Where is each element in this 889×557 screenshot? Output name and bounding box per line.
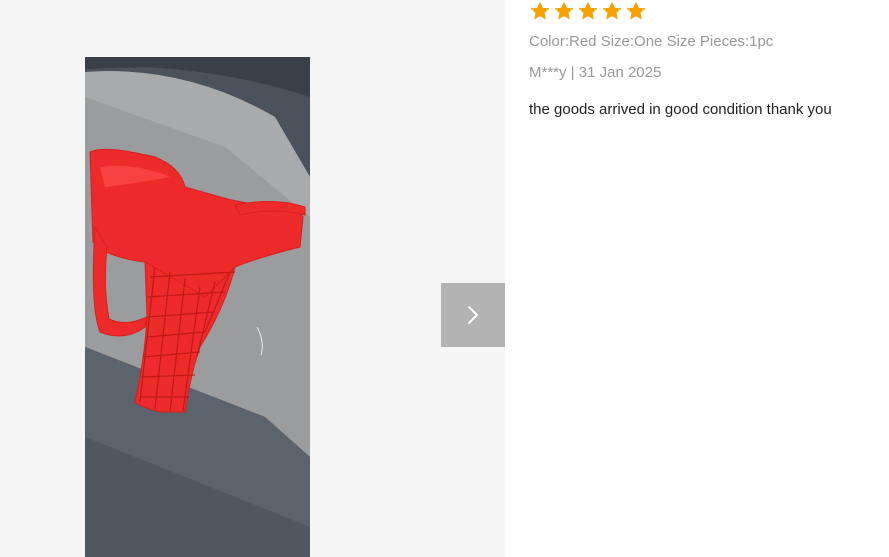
review-date: 31 Jan 2025 [578, 64, 662, 81]
image-viewer [0, 0, 505, 557]
star-icon [530, 1, 550, 20]
star-icon [626, 1, 646, 20]
review-photo-image [85, 57, 310, 557]
review-meta: M***y | 31 Jan 2025 [529, 64, 661, 81]
star-rating [529, 0, 647, 24]
review-photo[interactable] [85, 57, 310, 557]
review-author: M***y [529, 64, 567, 81]
review-text: the goods arrived in good condition than… [529, 101, 832, 118]
next-image-button[interactable] [441, 283, 505, 347]
star-icon [578, 1, 598, 20]
review-gallery: Color:Red Size:One Size Pieces:1pc M***y… [0, 0, 889, 557]
review-meta-separator: | [566, 64, 579, 81]
star-icon [602, 1, 622, 20]
star-icon [554, 1, 574, 20]
review-sku-info: Color:Red Size:One Size Pieces:1pc [529, 33, 774, 50]
chevron-right-icon [468, 306, 478, 324]
